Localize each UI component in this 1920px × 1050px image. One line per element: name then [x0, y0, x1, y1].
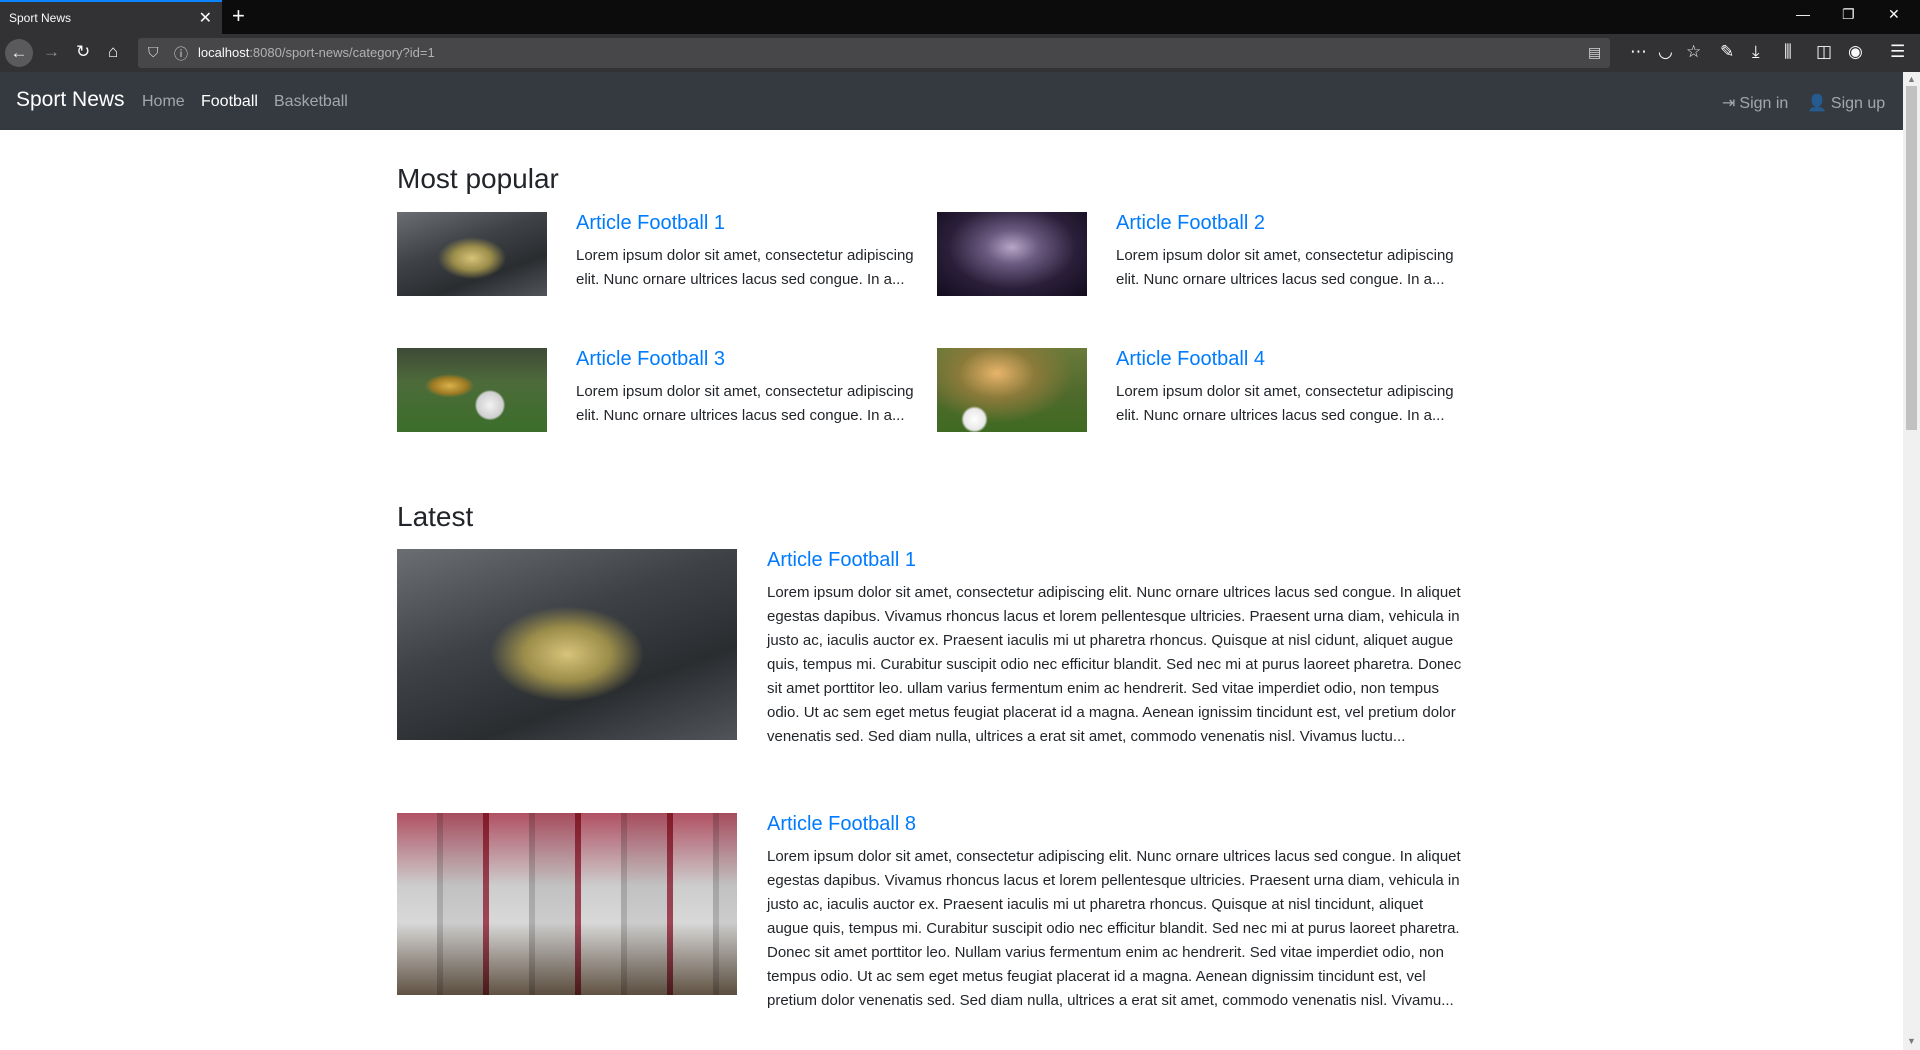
article-image[interactable] — [397, 212, 547, 296]
library-icon[interactable]: ⫼ — [1784, 42, 1792, 62]
scroll-down-icon[interactable]: ▼ — [1907, 1036, 1916, 1046]
sidebar-icon[interactable]: ◫ — [1816, 42, 1832, 62]
back-icon[interactable]: ← — [5, 39, 33, 67]
pocket-icon[interactable]: ◡ — [1658, 42, 1673, 62]
article-title-link[interactable]: Article Football 1 — [576, 212, 725, 235]
site-brand[interactable]: Sport News — [16, 88, 125, 112]
nav-basketball-link[interactable]: Basketball — [274, 93, 348, 111]
tab-close-icon[interactable]: ✕ — [199, 8, 212, 28]
user-icon: 👤 — [1807, 95, 1827, 112]
sign-up-label: Sign up — [1830, 95, 1886, 112]
forward-icon[interactable]: → — [43, 42, 60, 62]
article-excerpt: Lorem ipsum dolor sit amet, consectetur … — [767, 584, 1462, 745]
scroll-up-icon[interactable]: ▲ — [1907, 74, 1916, 84]
article-title-link[interactable]: Article Football 2 — [1116, 212, 1265, 235]
article-image[interactable] — [397, 813, 737, 995]
sign-in-label: Sign in — [1739, 95, 1789, 112]
reader-view-icon[interactable]: ▤ — [1588, 44, 1601, 61]
info-icon[interactable]: ⓘ — [174, 44, 188, 64]
browser-toolbar: ← → ↻ ⌂ ⛉ ⓘ localhost:8080/sport-news/ca… — [0, 34, 1920, 72]
restore-button[interactable]: ❐ — [1842, 6, 1855, 23]
article-title-link[interactable]: Article Football 1 — [767, 549, 916, 572]
most-popular-heading: Most popular — [397, 163, 559, 194]
shield-icon[interactable]: ⛉ — [148, 44, 159, 61]
url-text[interactable]: localhost:8080/sport-news/category?id=1 — [198, 45, 435, 60]
article-image[interactable] — [397, 348, 547, 432]
article-title-link[interactable]: Article Football 4 — [1116, 348, 1265, 371]
article-image[interactable] — [937, 348, 1087, 432]
page-actions-icon[interactable]: ⋯ — [1630, 42, 1647, 62]
popular-article-card: Article Football 3 Lorem ipsum dolor sit… — [397, 348, 917, 458]
page-scrollbar[interactable]: ▲ ▼ — [1903, 72, 1920, 1050]
article-excerpt: Lorem ipsum dolor sit amet, consectetur … — [1116, 383, 1454, 424]
url-host: localhost — [198, 45, 250, 60]
wrench-icon[interactable]: ✎ — [1720, 42, 1734, 62]
scroll-thumb[interactable] — [1906, 86, 1917, 430]
article-image[interactable] — [397, 549, 737, 740]
popular-article-card: Article Football 2 Lorem ipsum dolor sit… — [937, 212, 1457, 322]
article-title-link[interactable]: Article Football 3 — [576, 348, 725, 371]
window-close-button[interactable]: ✕ — [1888, 6, 1900, 23]
latest-article-card: Article Football 1 Lorem ipsum dolor sit… — [397, 549, 1467, 789]
browser-tab[interactable]: Sport News ✕ — [0, 0, 222, 34]
bookmark-star-icon[interactable]: ☆ — [1686, 42, 1701, 62]
url-bar[interactable]: ⛉ ⓘ localhost:8080/sport-news/category?i… — [138, 38, 1610, 68]
article-excerpt: Lorem ipsum dolor sit amet, consectetur … — [1116, 247, 1454, 288]
sign-up-link[interactable]: 👤 Sign up — [1807, 93, 1885, 113]
article-excerpt: Lorem ipsum dolor sit amet, consectetur … — [767, 848, 1461, 1009]
new-tab-button[interactable]: + — [232, 3, 245, 29]
browser-tab-strip: Sport News ✕ + — ❐ ✕ — [0, 0, 1920, 34]
minimize-button[interactable]: — — [1796, 6, 1810, 22]
account-icon[interactable]: ◉ — [1848, 42, 1863, 62]
download-icon[interactable]: ⤓ — [1752, 42, 1760, 62]
site-navbar: Sport News Home Football Basketball ⇥ Sig… — [0, 72, 1903, 130]
article-excerpt: Lorem ipsum dolor sit amet, consectetur … — [576, 247, 914, 288]
nav-football-link[interactable]: Football — [201, 93, 258, 111]
reload-icon[interactable]: ↻ — [76, 42, 90, 62]
menu-icon[interactable]: ☰ — [1890, 42, 1905, 62]
article-title-link[interactable]: Article Football 8 — [767, 813, 916, 836]
popular-article-card: Article Football 4 Lorem ipsum dolor sit… — [937, 348, 1457, 458]
url-path: :8080/sport-news/category?id=1 — [249, 45, 435, 60]
article-image[interactable] — [937, 212, 1087, 296]
latest-heading: Latest — [397, 501, 474, 532]
sign-in-icon: ⇥ — [1722, 95, 1736, 112]
nav-home-link[interactable]: Home — [142, 93, 185, 111]
home-icon[interactable]: ⌂ — [108, 42, 118, 62]
article-excerpt: Lorem ipsum dolor sit amet, consectetur … — [576, 383, 914, 424]
popular-article-card: Article Football 1 Lorem ipsum dolor sit… — [397, 212, 917, 322]
latest-article-card: Article Football 8 Lorem ipsum dolor sit… — [397, 813, 1467, 1050]
tab-title: Sport News — [9, 11, 72, 25]
sign-in-link[interactable]: ⇥ Sign in — [1722, 93, 1788, 113]
